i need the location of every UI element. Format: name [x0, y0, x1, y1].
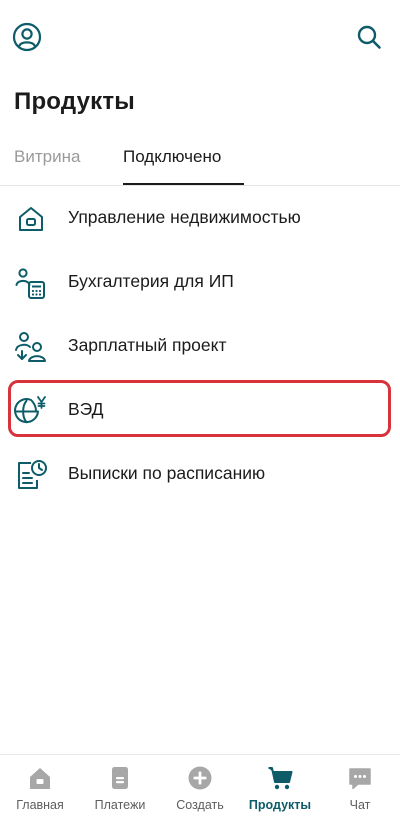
top-bar: [0, 0, 400, 72]
scheduled-statement-icon: [18, 460, 47, 489]
bottom-navigation: Главная Платежи Создать Продукты Чат: [0, 754, 400, 828]
active-tab-indicator: [123, 183, 244, 185]
nav-create[interactable]: Создать: [160, 755, 240, 828]
search-icon: [357, 25, 381, 49]
product-item-ved[interactable]: ВЭД: [0, 379, 400, 443]
globe-yen-icon: [14, 396, 46, 424]
nav-payments[interactable]: Платежи: [80, 755, 160, 828]
accounting-person-calculator-icon: [15, 268, 45, 299]
tab-storefront[interactable]: Витрина: [14, 146, 80, 186]
chat-icon: [349, 768, 371, 790]
home-icon: [30, 768, 50, 789]
product-label: Выписки по расписанию: [68, 463, 266, 483]
tab-bar: Витрина Подключено: [0, 136, 400, 186]
plus-circle-icon: [188, 766, 212, 790]
house-icon: [19, 207, 43, 231]
salary-people-icon: [15, 332, 46, 362]
product-item-scheduled-statements[interactable]: Выписки по расписанию: [0, 443, 400, 507]
page-title: Продукты: [14, 88, 135, 115]
cart-icon: [268, 767, 293, 790]
nav-label: Главная: [16, 798, 64, 812]
product-item-accounting[interactable]: Бухгалтерия для ИП: [0, 251, 400, 315]
profile-button[interactable]: [12, 22, 42, 52]
product-item-salary-project[interactable]: Зарплатный проект: [0, 315, 400, 379]
tab-connected[interactable]: Подключено: [123, 146, 221, 186]
nav-home[interactable]: Главная: [0, 755, 80, 828]
nav-label: Создать: [176, 798, 224, 812]
search-button[interactable]: [356, 24, 382, 50]
product-label: Управление недвижимостью: [68, 207, 301, 227]
product-label: ВЭД: [68, 399, 104, 419]
product-label: Зарплатный проект: [68, 335, 227, 355]
nav-label: Продукты: [248, 798, 312, 812]
user-circle-icon: [12, 22, 42, 52]
nav-label: Чат: [349, 798, 371, 812]
nav-label: Платежи: [94, 798, 146, 812]
payments-icon: [112, 767, 128, 789]
product-item-real-estate[interactable]: Управление недвижимостью: [0, 187, 400, 251]
product-label: Бухгалтерия для ИП: [68, 271, 234, 291]
nav-products[interactable]: Продукты: [240, 755, 320, 828]
nav-chat[interactable]: Чат: [320, 755, 400, 828]
